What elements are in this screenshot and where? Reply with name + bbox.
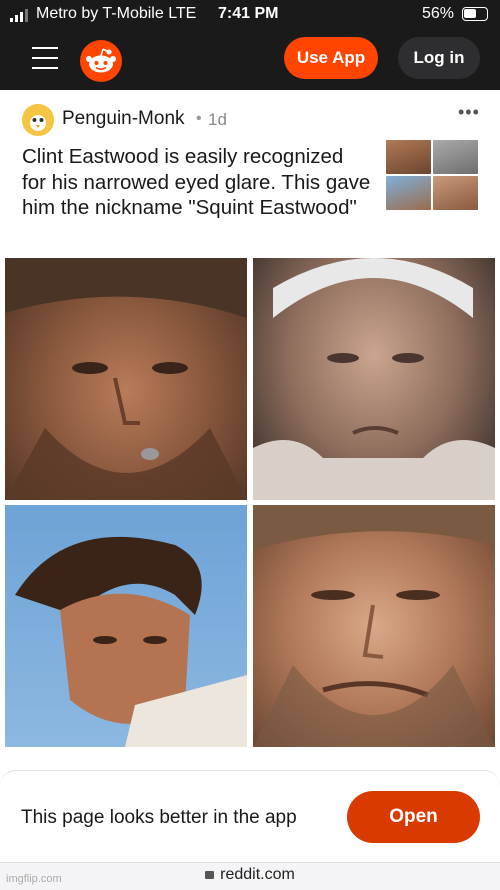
author-avatar[interactable] bbox=[22, 104, 54, 136]
post-title[interactable]: Clint Eastwood is easily recognized for … bbox=[22, 144, 372, 221]
image-older-eastwood-glare[interactable] bbox=[253, 258, 495, 500]
battery-icon bbox=[462, 7, 488, 21]
top-navbar: Use App Log in bbox=[0, 30, 500, 90]
more-options-icon[interactable]: ••• bbox=[458, 102, 480, 123]
url-text: reddit.com bbox=[220, 866, 295, 883]
battery-percent: 56% bbox=[422, 5, 455, 22]
post-card[interactable]: Penguin-Monk • 1d ••• Clint Eastwood is … bbox=[0, 90, 500, 770]
carrier-label: Metro by T-Mobile LTE bbox=[36, 5, 197, 22]
open-in-app-banner: This page looks better in the app Open bbox=[0, 770, 500, 863]
meta-separator: • bbox=[196, 110, 202, 127]
lock-icon bbox=[205, 871, 215, 879]
post-age: 1d bbox=[208, 110, 227, 129]
log-in-button[interactable]: Log in bbox=[398, 37, 480, 79]
browser-address-bar[interactable]: imgflip.com reddit.com bbox=[0, 862, 500, 890]
open-app-button[interactable]: Open bbox=[347, 791, 480, 843]
banner-message: This page looks better in the app bbox=[21, 807, 297, 828]
author-name[interactable]: Penguin-Monk bbox=[62, 108, 185, 130]
signal-icon bbox=[10, 9, 28, 22]
use-app-button[interactable]: Use App bbox=[284, 37, 378, 79]
reddit-logo-icon[interactable] bbox=[80, 40, 122, 82]
status-bar: Metro by T-Mobile LTE 7:41 PM 56% bbox=[0, 0, 500, 30]
menu-icon[interactable] bbox=[32, 47, 58, 69]
image-young-eastwood-cigar[interactable] bbox=[5, 258, 247, 500]
post-thumbnail[interactable] bbox=[386, 140, 478, 210]
image-eastwood-blue-background[interactable] bbox=[5, 505, 247, 747]
url-display[interactable]: reddit.com bbox=[0, 866, 500, 884]
image-eastwood-squint-closeup[interactable] bbox=[253, 505, 495, 747]
clock: 7:41 PM bbox=[218, 5, 279, 22]
